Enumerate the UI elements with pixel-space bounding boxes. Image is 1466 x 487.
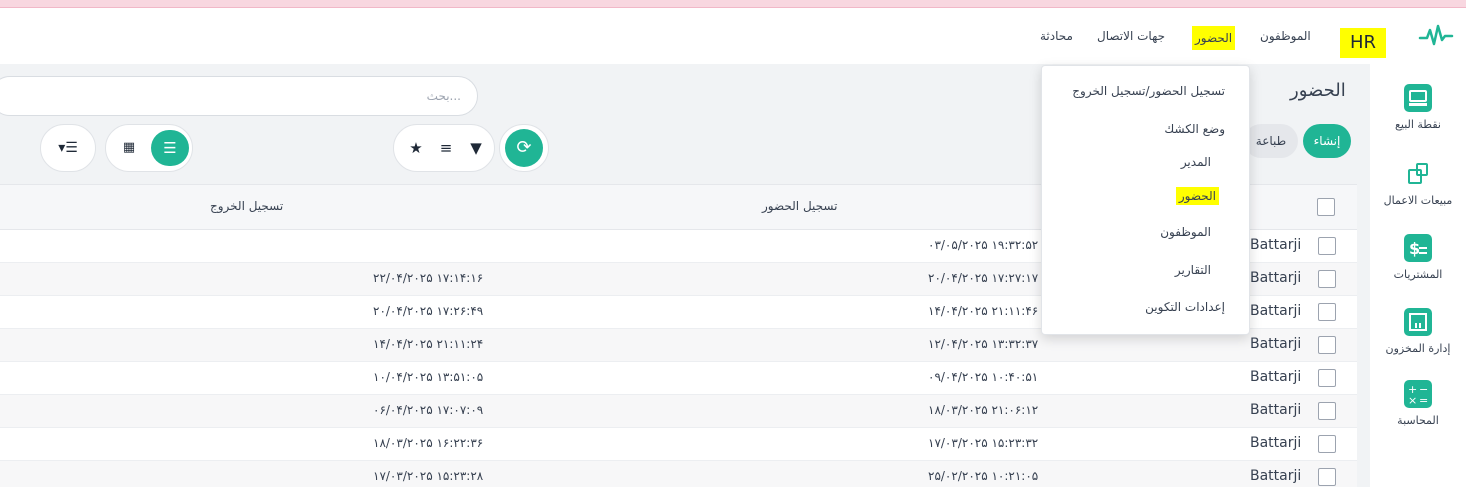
- menu-item-kiosk-mode[interactable]: وضع الكشك: [1164, 122, 1225, 136]
- attendance-dropdown-menu: تسجيل الحضور/تسجيل الخروج وضع الكشك المد…: [1041, 65, 1250, 335]
- check-in-cell: ۰۳/۰۵/۲۰۲۵ ۱۹:۳۲:۵۲: [928, 238, 1039, 252]
- search-input[interactable]: بحث...: [0, 76, 478, 116]
- group-by-icon[interactable]: ≡: [436, 138, 456, 158]
- table-row[interactable]: Battarji ۲۵/۰۲/۲۰۲۵ ۱۰:۲۱:۰۵ ۱۷/۰۳/۲۰۲۵ ۱۵…: [0, 461, 1357, 487]
- employee-cell: Battarji: [1250, 468, 1302, 484]
- inventory-icon: [1404, 308, 1432, 336]
- svg-text:×: ×: [1408, 394, 1417, 407]
- check-in-cell: ۲۰/۰۴/۲۰۲۵ ۱۷:۲۷:۱۷: [928, 271, 1039, 285]
- print-button[interactable]: طباعة: [1244, 124, 1298, 158]
- check-out-cell: ۰۶/۰۴/۲۰۲۵ ۱۷:۰۷:۰۹: [373, 403, 484, 417]
- pos-icon: [1404, 84, 1432, 112]
- list-view-icon[interactable]: ☰: [151, 130, 189, 166]
- header-check-out[interactable]: تسجيل الخروج: [210, 199, 283, 213]
- top-banner: [0, 0, 1466, 8]
- refresh-icon: ⟳: [505, 129, 543, 167]
- row-checkbox[interactable]: [1318, 468, 1336, 486]
- menu-item-manager[interactable]: المدير: [1181, 155, 1211, 169]
- create-button[interactable]: إنشاء: [1303, 124, 1351, 158]
- sidebar-label: مبيعات الاعمال: [1383, 194, 1453, 207]
- favorites-star-icon[interactable]: ★: [406, 138, 426, 158]
- employee-cell: Battarji: [1250, 336, 1302, 352]
- sidebar-item-pos[interactable]: نقطة البيع: [1370, 84, 1466, 131]
- check-in-cell: ۱۲/۰۴/۲۰۲۵ ۱۳:۳۲:۳۷: [928, 337, 1039, 351]
- check-in-cell: ۱۸/۰۳/۲۰۲۵ ۲۱:۰۶:۱۲: [928, 403, 1039, 417]
- check-out-cell: ۱۰/۰۴/۲۰۲۵ ۱۳:۵۱:۰۵: [373, 370, 484, 384]
- check-out-cell: ۲۲/۰۴/۲۰۲۵ ۱۷:۱۴:۱۶: [373, 271, 484, 285]
- svg-text:=: =: [1419, 394, 1428, 407]
- employee-cell: Battarji: [1250, 270, 1302, 286]
- table-row[interactable]: Battarji ۱۷/۰۳/۲۰۲۵ ۱۵:۲۳:۳۲ ۱۸/۰۳/۲۰۲۵ ۱۶…: [0, 428, 1357, 461]
- apps-sidebar: نقطة البيع مبيعات الاعمال $ المشتريات إد…: [1370, 64, 1466, 487]
- row-checkbox[interactable]: [1318, 270, 1336, 288]
- nav-chat[interactable]: محادثة: [1040, 28, 1073, 44]
- row-checkbox[interactable]: [1318, 237, 1336, 255]
- header-check-in[interactable]: تسجيل الحضور: [762, 199, 837, 213]
- sidebar-label: المشتريات: [1393, 268, 1443, 281]
- menu-item-configuration[interactable]: إعدادات التكوين: [1145, 300, 1225, 314]
- row-checkbox[interactable]: [1318, 303, 1336, 321]
- check-out-cell: ۲۰/۰۴/۲۰۲۵ ۱۷:۲۶:۴۹: [373, 304, 484, 318]
- table-row[interactable]: Battarji ۰۹/۰۴/۲۰۲۵ ۱۰:۴۰:۵۱ ۱۰/۰۴/۲۰۲۵ ۱۳…: [0, 362, 1357, 395]
- employee-cell: Battarji: [1250, 369, 1302, 385]
- page-title: الحضور: [1290, 80, 1346, 101]
- sidebar-item-purchase[interactable]: $ المشتريات: [1370, 234, 1466, 281]
- table-row[interactable]: Battarji ۱۸/۰۳/۲۰۲۵ ۲۱:۰۶:۱۲ ۰۶/۰۴/۲۰۲۵ ۱۷…: [0, 395, 1357, 428]
- check-out-cell: ۱۸/۰۳/۲۰۲۵ ۱۶:۲۲:۳۶: [373, 436, 484, 450]
- check-in-cell: ۱۴/۰۴/۲۰۲۵ ۲۱:۱۱:۴۶: [928, 304, 1039, 318]
- app-brand[interactable]: HR: [1340, 28, 1386, 58]
- view-switcher: ☰ ▦: [105, 124, 193, 172]
- sales-icon: [1404, 160, 1432, 188]
- check-out-cell: ۱۷/۰۳/۲۰۲۵ ۱۵:۲۳:۲۸: [373, 469, 484, 483]
- menu-item-check-in-out[interactable]: تسجيل الحضور/تسجيل الخروج: [1072, 84, 1225, 98]
- sidebar-label: إدارة المخزون: [1385, 342, 1451, 355]
- sidebar-label: المحاسبة: [1397, 414, 1439, 427]
- check-in-cell: ۲۵/۰۲/۲۰۲۵ ۱۰:۲۱:۰۵: [928, 469, 1039, 483]
- menu-item-reports[interactable]: التقارير: [1175, 263, 1211, 277]
- row-checkbox[interactable]: [1318, 336, 1336, 354]
- row-checkbox[interactable]: [1318, 402, 1336, 420]
- sidebar-item-sales[interactable]: مبيعات الاعمال: [1370, 160, 1466, 207]
- employee-cell: Battarji: [1250, 435, 1302, 451]
- search-options-group: ▼ ≡ ★: [393, 124, 495, 172]
- sidebar-label: نقطة البيع: [1395, 118, 1441, 131]
- column-options-icon[interactable]: ▾☰: [40, 124, 96, 172]
- row-checkbox[interactable]: [1318, 435, 1336, 453]
- nav-attendance[interactable]: الحضور: [1192, 26, 1236, 50]
- menu-item-attendance[interactable]: الحضور: [1175, 187, 1219, 205]
- sidebar-item-accounting[interactable]: + − × = المحاسبة: [1370, 380, 1466, 427]
- employee-cell: Battarji: [1250, 303, 1302, 319]
- check-in-cell: ۰۹/۰۴/۲۰۲۵ ۱۰:۴۰:۵۱: [928, 370, 1039, 384]
- nav-employees[interactable]: الموظفون: [1260, 28, 1311, 44]
- nav-contacts[interactable]: جهات الاتصال: [1097, 28, 1165, 44]
- svg-text:$: $: [1409, 239, 1420, 258]
- employee-cell: Battarji: [1250, 237, 1302, 253]
- accounting-icon: + − × =: [1404, 380, 1432, 408]
- menu-item-employees[interactable]: الموظفون: [1160, 225, 1211, 239]
- row-checkbox[interactable]: [1318, 369, 1336, 387]
- filter-icon[interactable]: ▼: [466, 138, 486, 158]
- sidebar-item-inventory[interactable]: إدارة المخزون: [1370, 308, 1466, 355]
- select-all-checkbox[interactable]: [1317, 198, 1335, 216]
- refresh-button[interactable]: ⟳: [499, 124, 549, 172]
- check-out-cell: ۱۴/۰۴/۲۰۲۵ ۲۱:۱۱:۲۴: [373, 337, 484, 351]
- top-navbar: HR الموظفون الحضور جهات الاتصال محادثة: [0, 8, 1466, 64]
- kanban-view-icon[interactable]: ▦: [118, 137, 140, 159]
- employee-cell: Battarji: [1250, 402, 1302, 418]
- purchase-icon: $: [1404, 234, 1432, 262]
- pulse-logo-icon[interactable]: [1418, 22, 1454, 48]
- check-in-cell: ۱۷/۰۳/۲۰۲۵ ۱۵:۲۳:۳۲: [928, 436, 1039, 450]
